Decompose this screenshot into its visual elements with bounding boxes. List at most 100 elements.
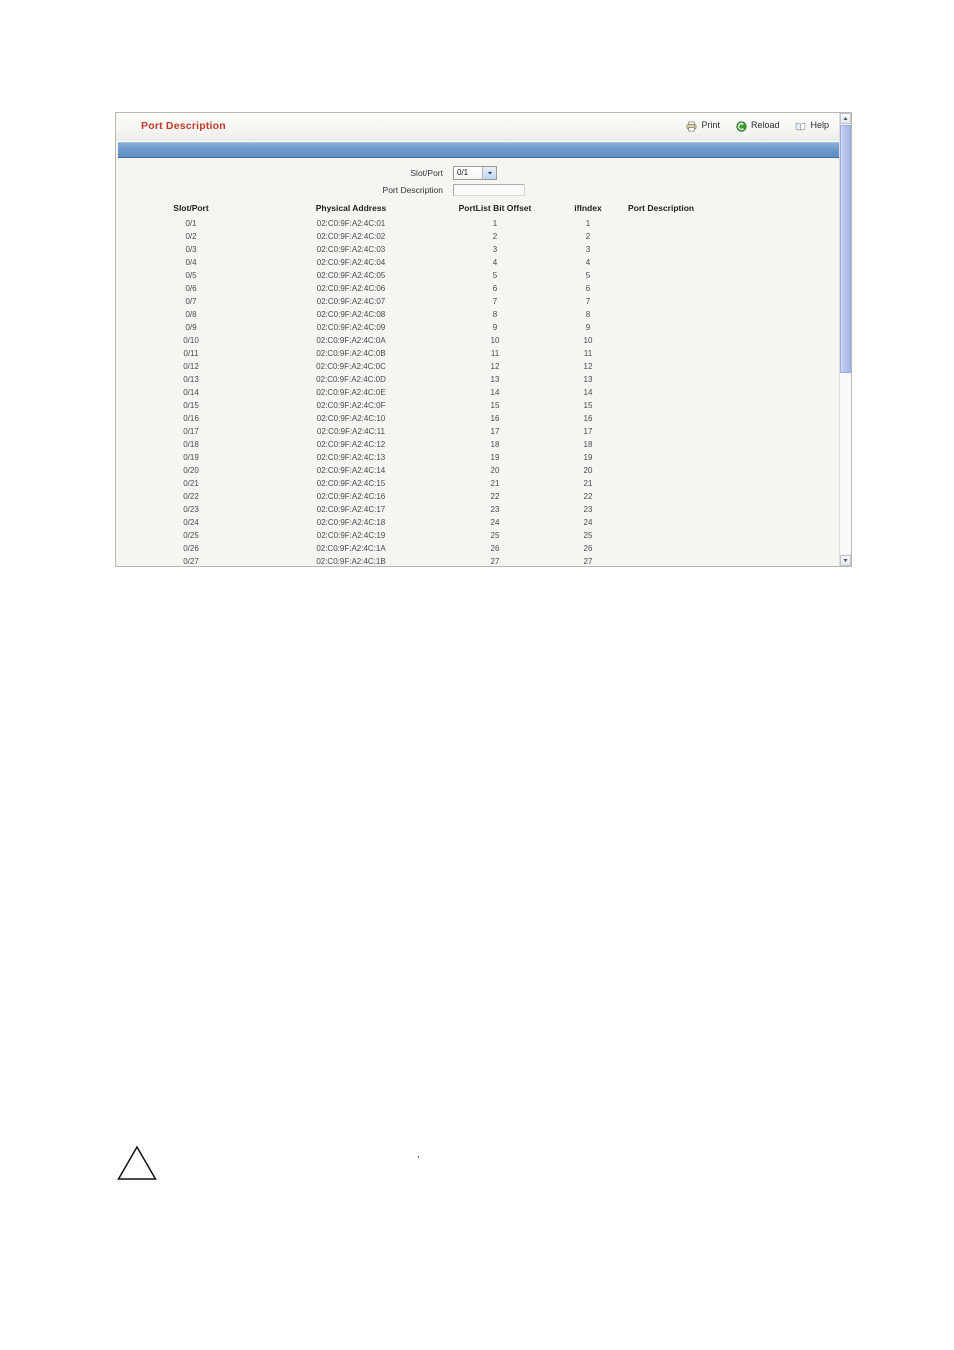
cell-port-description: [622, 490, 851, 503]
cell-port-description: [622, 308, 851, 321]
table-row: 0/3 02:C0:9F:A2:4C:03 3 3: [116, 243, 851, 256]
page-title: Port Description: [141, 120, 226, 132]
port-description-label: Port Description: [382, 185, 443, 195]
cell-portlist-bit-offset: 17: [490, 427, 500, 436]
slot-port-selected-value: 0/1: [457, 168, 469, 177]
cell-physical-address: 02:C0:9F:A2:4C:02: [316, 232, 386, 241]
cell-ifindex: 25: [583, 531, 593, 540]
cell-slot-port: 0/4: [185, 258, 197, 267]
cell-slot-port: 0/13: [183, 375, 199, 384]
cell-slot-port: 0/7: [185, 297, 197, 306]
cell-ifindex: 22: [583, 492, 593, 501]
cell-portlist-bit-offset: 16: [490, 414, 500, 423]
table-row: 0/8 02:C0:9F:A2:4C:08 8 8: [116, 308, 851, 321]
port-description-table: Slot/Port Physical Address PortList Bit …: [116, 202, 851, 566]
cell-physical-address: 02:C0:9F:A2:4C:1B: [316, 557, 386, 566]
cell-port-description: [622, 217, 851, 230]
cell-slot-port: 0/19: [183, 453, 199, 462]
cell-portlist-bit-offset: 3: [492, 245, 498, 254]
cell-physical-address: 02:C0:9F:A2:4C:0C: [316, 362, 386, 371]
cell-ifindex: 7: [585, 297, 591, 306]
cell-portlist-bit-offset: 13: [490, 375, 500, 384]
cell-port-description: [622, 464, 851, 477]
cell-portlist-bit-offset: 7: [492, 297, 498, 306]
column-header-physical-address: Physical Address: [315, 203, 387, 213]
table-row: 0/11 02:C0:9F:A2:4C:0B 11 11: [116, 347, 851, 360]
cell-port-description: [622, 542, 851, 555]
cell-physical-address: 02:C0:9F:A2:4C:0E: [316, 388, 386, 397]
cell-slot-port: 0/22: [183, 492, 199, 501]
scroll-down-arrow-icon[interactable]: [840, 555, 851, 566]
cell-port-description: [622, 451, 851, 464]
cell-physical-address: 02:C0:9F:A2:4C:0F: [316, 401, 386, 410]
cell-port-description: [622, 243, 851, 256]
cell-port-description: [622, 373, 851, 386]
panel-title-bar: Port Description Print Reload Help: [116, 113, 851, 140]
cell-slot-port: 0/23: [183, 505, 199, 514]
table-row: 0/4 02:C0:9F:A2:4C:04 4 4: [116, 256, 851, 269]
cell-ifindex: 26: [583, 544, 593, 553]
cell-physical-address: 02:C0:9F:A2:4C:04: [316, 258, 386, 267]
cell-slot-port: 0/12: [183, 362, 199, 371]
scrollbar-track[interactable]: [840, 373, 851, 554]
reload-icon: [736, 119, 747, 132]
slot-port-select[interactable]: 0/1: [453, 166, 497, 180]
cell-port-description: [622, 386, 851, 399]
cell-slot-port: 0/5: [185, 271, 197, 280]
cell-slot-port: 0/9: [185, 323, 197, 332]
cell-slot-port: 0/8: [185, 310, 197, 319]
table-row: 0/14 02:C0:9F:A2:4C:0E 14 14: [116, 386, 851, 399]
reload-button[interactable]: Reload: [736, 119, 780, 132]
cell-ifindex: 19: [583, 453, 593, 462]
stray-punctuation-mark: ,: [417, 1149, 420, 1159]
cell-portlist-bit-offset: 8: [492, 310, 498, 319]
cell-slot-port: 0/24: [183, 518, 199, 527]
cell-portlist-bit-offset: 4: [492, 258, 498, 267]
table-row: 0/9 02:C0:9F:A2:4C:09 9 9: [116, 321, 851, 334]
cell-physical-address: 02:C0:9F:A2:4C:08: [316, 310, 386, 319]
vertical-scrollbar[interactable]: [839, 113, 851, 566]
port-description-input[interactable]: [453, 184, 525, 196]
cell-slot-port: 0/25: [183, 531, 199, 540]
cell-slot-port: 0/14: [183, 388, 199, 397]
cell-physical-address: 02:C0:9F:A2:4C:07: [316, 297, 386, 306]
cell-slot-port: 0/1: [185, 219, 197, 228]
cell-port-description: [622, 295, 851, 308]
printer-icon: [686, 119, 697, 132]
print-button[interactable]: Print: [686, 119, 720, 132]
cell-ifindex: 2: [585, 232, 591, 241]
column-header-ifindex: ifIndex: [574, 203, 602, 213]
cell-ifindex: 1: [585, 219, 591, 228]
help-button[interactable]: Help: [795, 119, 829, 131]
help-label: Help: [810, 119, 829, 130]
cell-portlist-bit-offset: 6: [492, 284, 498, 293]
cell-port-description: [622, 282, 851, 295]
table-header-row: Slot/Port Physical Address PortList Bit …: [116, 202, 851, 217]
cell-ifindex: 23: [583, 505, 593, 514]
cell-physical-address: 02:C0:9F:A2:4C:18: [316, 518, 386, 527]
scrollbar-thumb[interactable]: [840, 125, 851, 373]
cell-slot-port: 0/6: [185, 284, 197, 293]
table-row: 0/25 02:C0:9F:A2:4C:19 25 25: [116, 529, 851, 542]
reload-label: Reload: [750, 119, 780, 130]
warning-triangle-icon: [117, 1145, 157, 1181]
table-row: 0/22 02:C0:9F:A2:4C:16 22 22: [116, 490, 851, 503]
cell-ifindex: 6: [585, 284, 591, 293]
cell-portlist-bit-offset: 14: [490, 388, 500, 397]
cell-slot-port: 0/17: [183, 427, 199, 436]
table-row: 0/17 02:C0:9F:A2:4C:11 17 17: [116, 425, 851, 438]
cell-portlist-bit-offset: 1: [492, 219, 498, 228]
cell-ifindex: 5: [585, 271, 591, 280]
cell-ifindex: 11: [583, 349, 593, 358]
cell-physical-address: 02:C0:9F:A2:4C:0A: [316, 336, 386, 345]
cell-physical-address: 02:C0:9F:A2:4C:19: [316, 531, 386, 540]
scroll-up-arrow-icon[interactable]: [840, 113, 851, 124]
cell-portlist-bit-offset: 18: [490, 440, 500, 449]
cell-slot-port: 0/20: [183, 466, 199, 475]
table-row: 0/2 02:C0:9F:A2:4C:02 2 2: [116, 230, 851, 243]
cell-port-description: [622, 399, 851, 412]
cell-physical-address: 02:C0:9F:A2:4C:16: [316, 492, 386, 501]
cell-slot-port: 0/2: [185, 232, 197, 241]
cell-port-description: [622, 321, 851, 334]
table-body: 0/1 02:C0:9F:A2:4C:01 1 1 0/2 02:C0:9F:A2:4C:…: [116, 217, 851, 566]
